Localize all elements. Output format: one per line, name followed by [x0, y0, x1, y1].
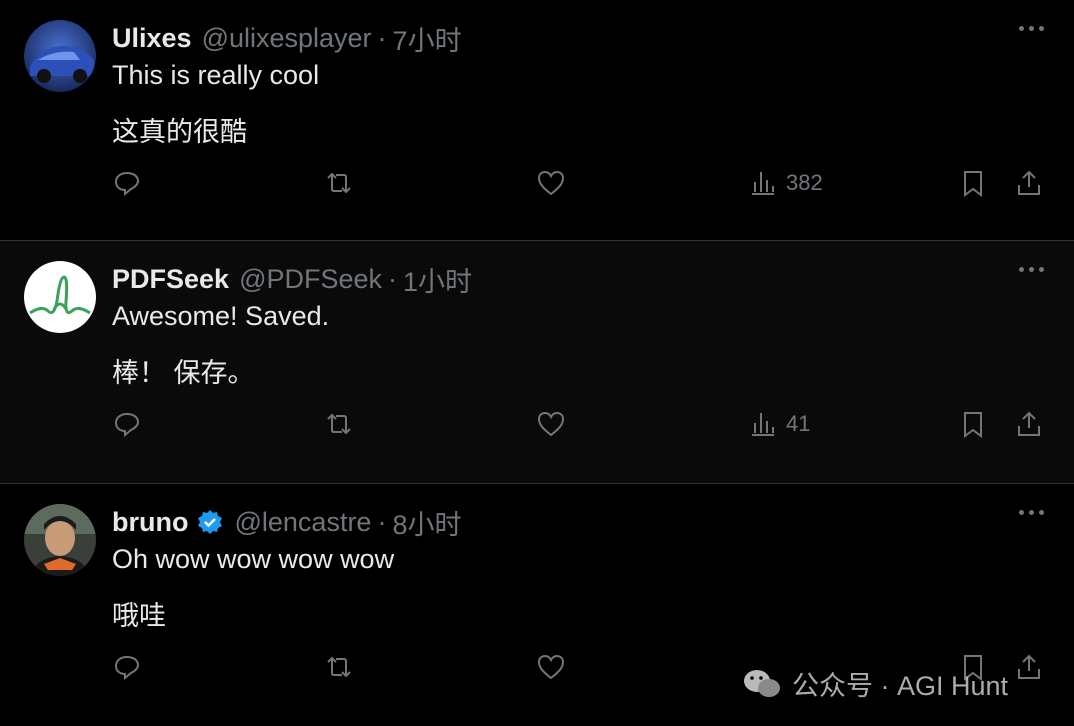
retweet-button[interactable]: [324, 646, 354, 688]
heart-icon: [537, 411, 565, 437]
author-name[interactable]: bruno: [112, 507, 188, 538]
bookmark-button[interactable]: [958, 403, 988, 445]
timestamp[interactable]: 8小时: [392, 503, 461, 542]
tweet-translation: 哦哇: [112, 601, 166, 631]
tweet-text: Oh wow wow wow wow: [112, 544, 395, 574]
tweet-pdfseek[interactable]: PDFSeek @PDFSeek · 1小时 Awesome! Saved. 棒…: [0, 241, 1074, 484]
timestamp[interactable]: 7小时: [393, 19, 462, 58]
reply-icon: [114, 412, 140, 438]
tweet-translation: 这真的很酷: [112, 117, 247, 147]
tweet-translation: 棒！ 保存。: [112, 358, 255, 388]
watermark-text: 公众号 · AGI Hunt: [792, 671, 1009, 701]
tweet-text: This is really cool: [112, 60, 320, 90]
tweet-header: bruno @lencastre · 8小时: [112, 504, 461, 540]
bookmark-icon: [964, 412, 982, 438]
heart-icon: [537, 654, 565, 680]
separator: ·: [377, 22, 387, 53]
views-count: 382: [786, 170, 823, 195]
retweet-icon: [327, 656, 351, 678]
reply-button[interactable]: [112, 162, 142, 204]
tweet-header: Ulixes @ulixesplayer · 7小时: [112, 20, 462, 56]
share-icon: [1018, 170, 1040, 195]
tweet-actions: 382: [0, 162, 1074, 204]
wechat-icon: [744, 669, 780, 697]
author-name[interactable]: Ulixes: [112, 23, 192, 54]
avatar[interactable]: [24, 20, 96, 92]
like-button[interactable]: [536, 403, 566, 445]
bookmark-icon: [964, 171, 982, 197]
more-options-button[interactable]: [1019, 26, 1044, 31]
tweet-header: PDFSeek @PDFSeek · 1小时: [112, 261, 472, 297]
retweet-icon: [327, 172, 351, 194]
tweet-text: Awesome! Saved.: [112, 301, 330, 331]
pdfseek-logo-icon: [24, 261, 96, 333]
author-handle[interactable]: @lencastre: [234, 507, 371, 538]
watermark: 公众号 · AGI Hunt: [742, 664, 1008, 703]
separator: ·: [388, 263, 398, 294]
reply-icon: [114, 171, 140, 197]
reply-button[interactable]: [112, 403, 142, 445]
verified-badge-icon: [196, 508, 224, 536]
reply-icon: [114, 655, 140, 681]
person-avatar-icon: [24, 504, 96, 576]
share-button[interactable]: [1014, 403, 1044, 445]
retweet-button[interactable]: [324, 162, 354, 204]
retweet-button[interactable]: [324, 403, 354, 445]
analytics-icon: [752, 413, 774, 436]
tweet-actions: 41: [0, 403, 1074, 445]
author-handle[interactable]: @ulixesplayer: [202, 23, 372, 54]
retweet-icon: [327, 413, 351, 435]
views-button[interactable]: 382: [748, 162, 823, 204]
share-icon: [1018, 654, 1040, 679]
views-button[interactable]: 41: [748, 403, 810, 445]
share-button[interactable]: [1014, 162, 1044, 204]
like-button[interactable]: [536, 162, 566, 204]
tweet-ulixes[interactable]: Ulixes @ulixesplayer · 7小时 This is reall…: [0, 0, 1074, 241]
separator: ·: [377, 506, 387, 537]
author-name[interactable]: PDFSeek: [112, 264, 229, 295]
heart-icon: [537, 170, 565, 196]
like-button[interactable]: [536, 646, 566, 688]
analytics-icon: [752, 172, 774, 195]
views-count: 41: [786, 411, 811, 436]
share-icon: [1018, 411, 1040, 436]
avatar[interactable]: [24, 261, 96, 333]
reply-button[interactable]: [112, 646, 142, 688]
more-options-button[interactable]: [1019, 510, 1044, 515]
author-handle[interactable]: @PDFSeek: [239, 264, 382, 295]
avatar[interactable]: [24, 504, 96, 576]
car-avatar-icon: [24, 20, 96, 92]
share-button[interactable]: [1014, 646, 1044, 688]
bookmark-button[interactable]: [958, 162, 988, 204]
more-options-button[interactable]: [1019, 267, 1044, 272]
timestamp[interactable]: 1小时: [403, 260, 472, 299]
